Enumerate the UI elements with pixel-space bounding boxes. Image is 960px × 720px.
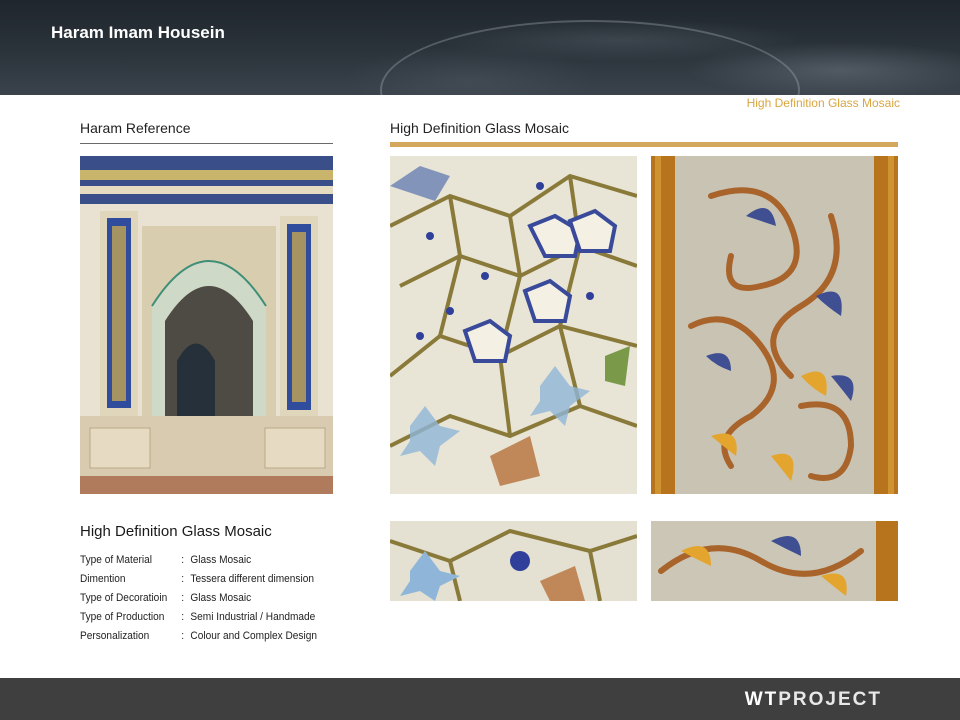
haram-reference-title: Haram Reference	[80, 120, 191, 136]
info-title: High Definition Glass Mosaic	[80, 523, 272, 540]
haram-reference-photo	[80, 156, 333, 494]
geometric-mosaic-photo	[390, 156, 637, 494]
geometric-mosaic-detail-photo	[390, 521, 637, 601]
wtproject-logo: WTPROJECT	[745, 689, 882, 711]
spec-separator: :	[181, 573, 185, 585]
footer-bar: WTPROJECT	[0, 678, 960, 720]
spec-key: Type of Production	[80, 611, 165, 623]
spec-value: Semi Industrial / Handmade	[190, 611, 316, 623]
spec-separator: :	[181, 592, 185, 604]
page-title: Haram Imam Housein	[51, 23, 225, 42]
floral-mosaic-detail-photo	[651, 521, 898, 601]
spec-key: Personalization	[80, 630, 150, 642]
spec-value: Tessera different dimension	[190, 573, 314, 585]
spec-value: Colour and Complex Design	[190, 630, 317, 642]
spec-separator: :	[181, 554, 185, 566]
spec-value: Glass Mosaic	[190, 592, 252, 604]
spec-key: Type of Material	[80, 554, 153, 566]
spec-value: Glass Mosaic	[190, 554, 252, 566]
header-banner: Haram Imam Housein	[0, 0, 960, 95]
glass-mosaic-title: High Definition Glass Mosaic	[390, 120, 569, 136]
spec-key: Type of Decoratioin	[80, 592, 168, 604]
logo-project-text: PROJECT	[778, 689, 882, 710]
logo-wt-text: WT	[744, 689, 779, 710]
haram-reference-rule	[80, 143, 333, 144]
spec-key: Dimention	[80, 573, 126, 585]
spec-separator: :	[181, 630, 185, 642]
floral-mosaic-photo	[651, 156, 898, 494]
corner-label: High Definition Glass Mosaic	[746, 96, 900, 110]
spec-separator: :	[181, 611, 185, 623]
glass-mosaic-gold-rule	[390, 142, 898, 147]
